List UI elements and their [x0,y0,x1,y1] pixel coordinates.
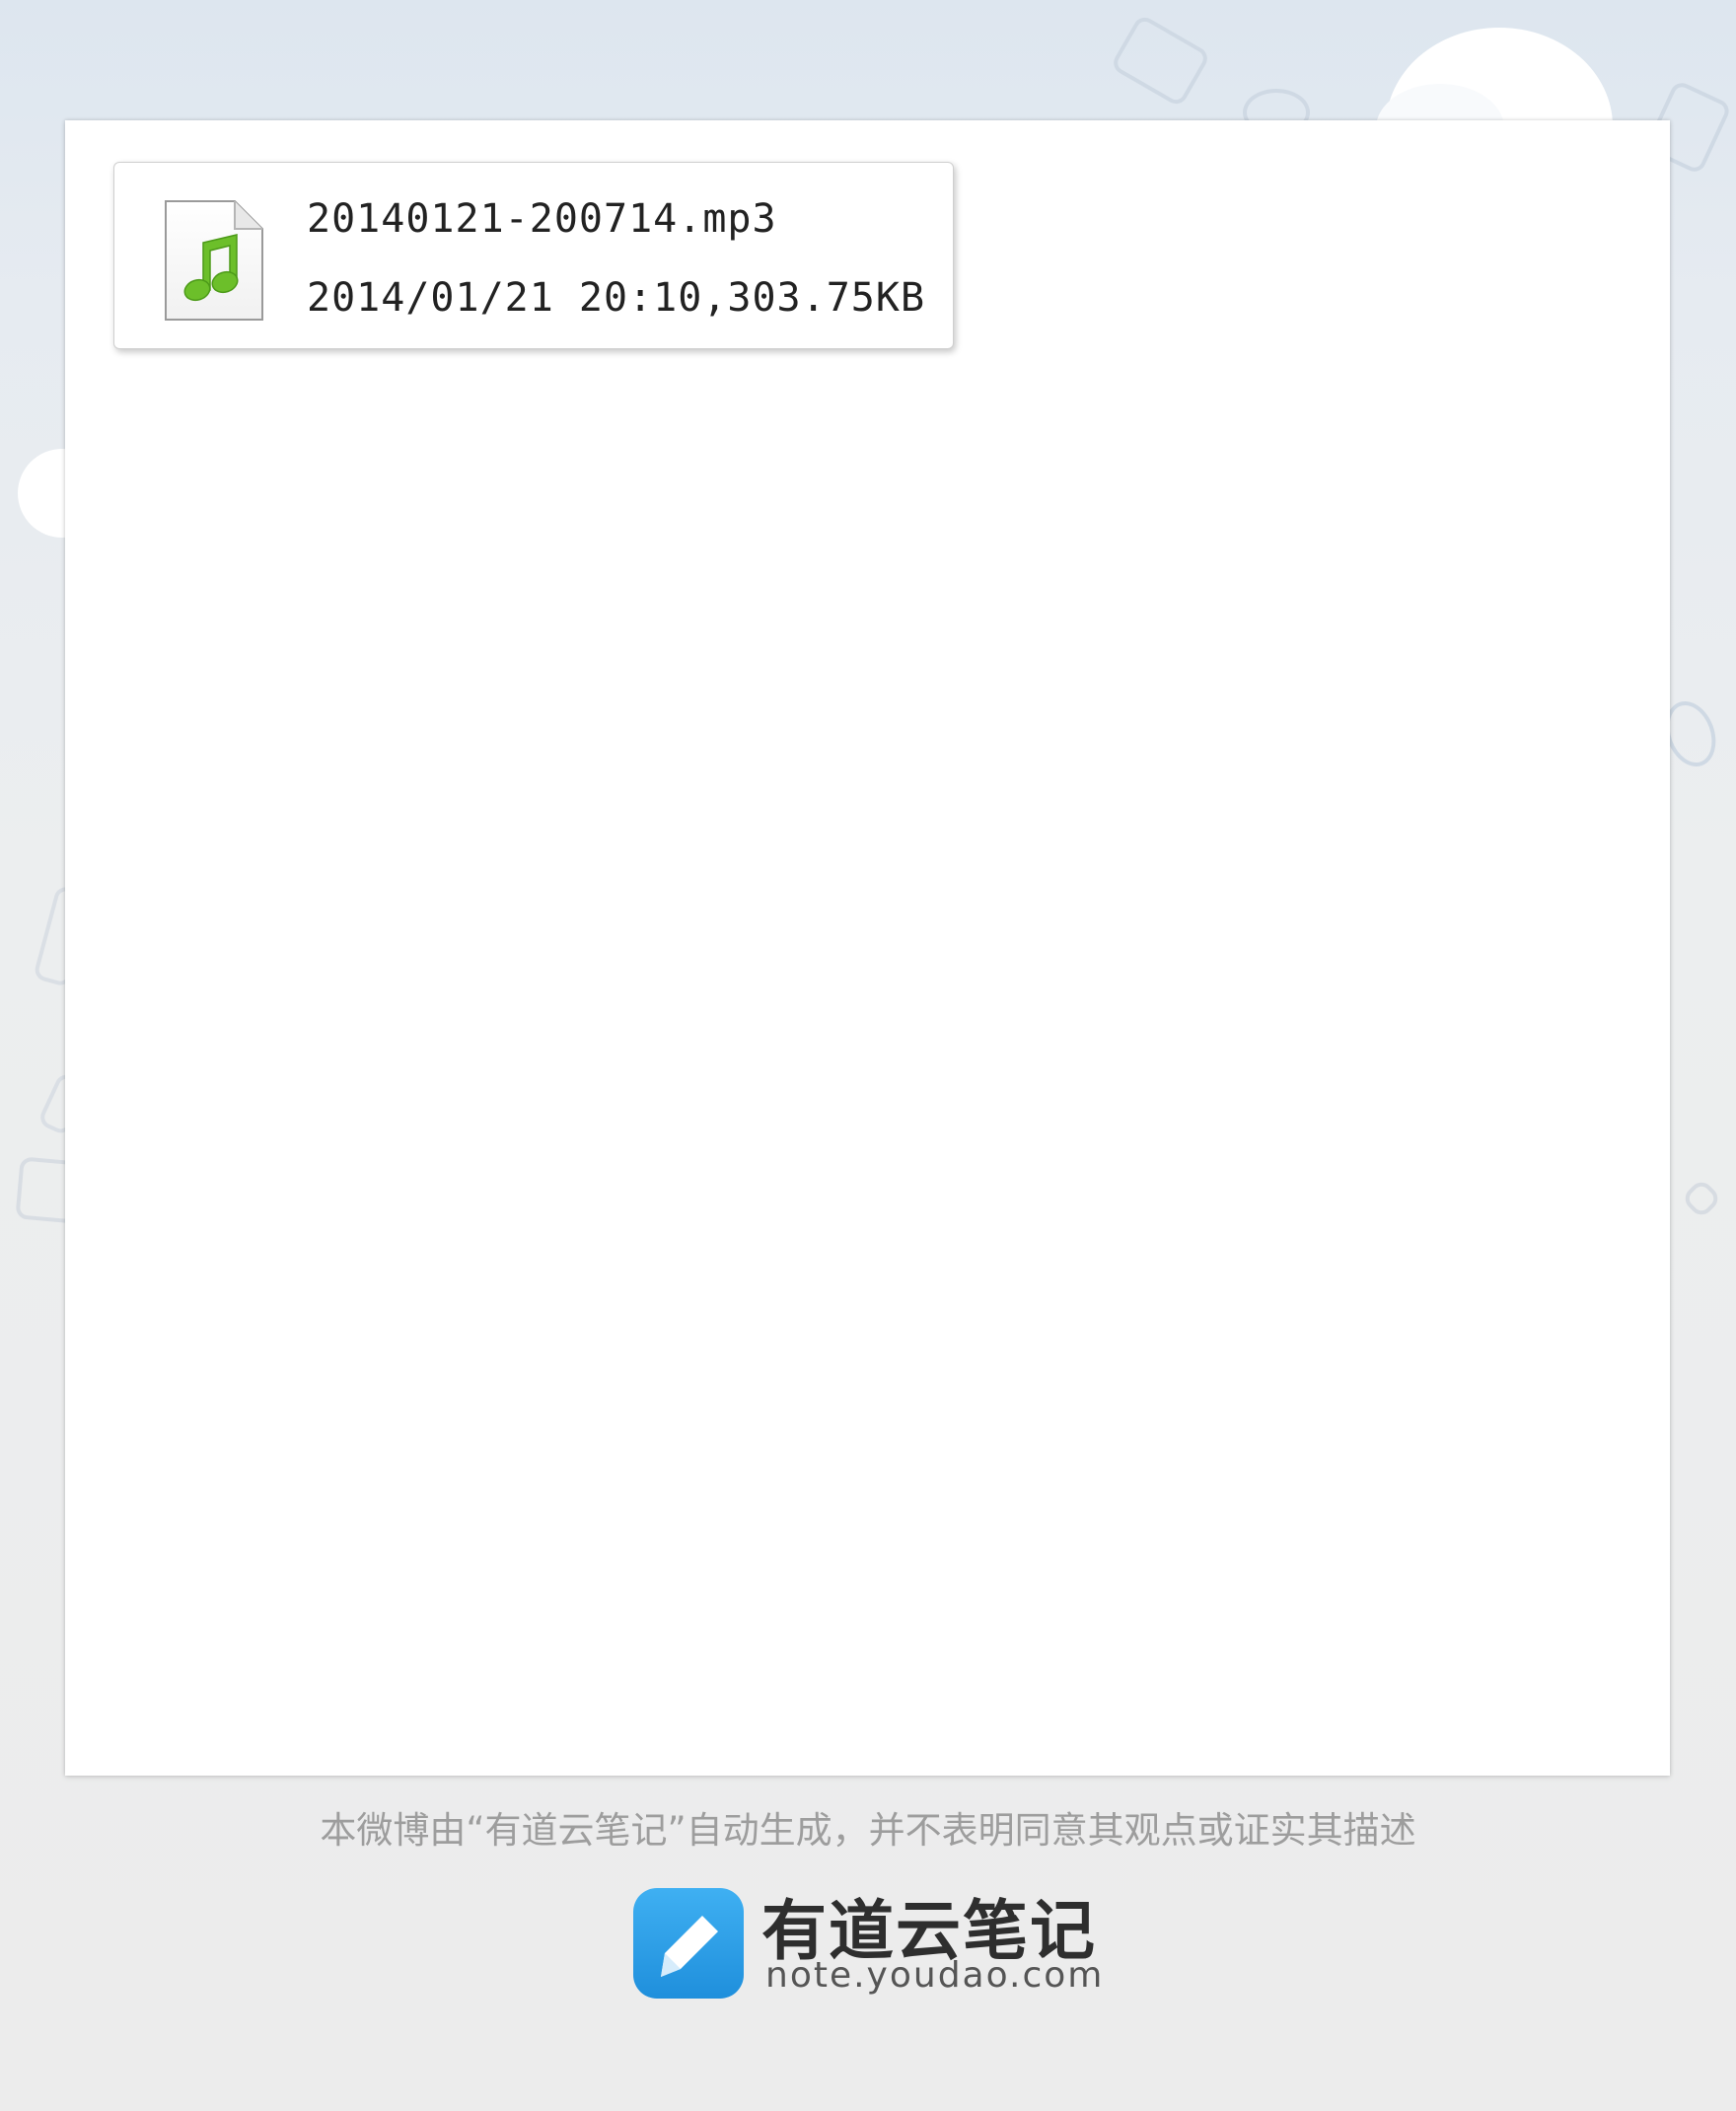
background-doodle [1109,13,1212,109]
note-paper [65,120,1670,1776]
attachment-meta: 2014/01/21 20:10,303.75KB [307,275,926,321]
background-doodle [1680,1177,1723,1220]
disclaimer-text: 本微博由“有道云笔记”自动生成，并不表明同意其观点或证实其描述 [320,1809,1416,1852]
youdao-note-brand-link[interactable]: 有道云笔记 note.youdao.com [631,1884,1124,2002]
music-file-icon [165,200,263,321]
attachment-file-name: 20140121-200714.mp3 [307,196,777,242]
pencil-note-icon [633,1888,744,1999]
brand-url: note.youdao.com [765,1955,1105,1996]
attachment-card[interactable]: 20140121-200714.mp3 2014/01/21 20:10,303… [113,162,954,349]
